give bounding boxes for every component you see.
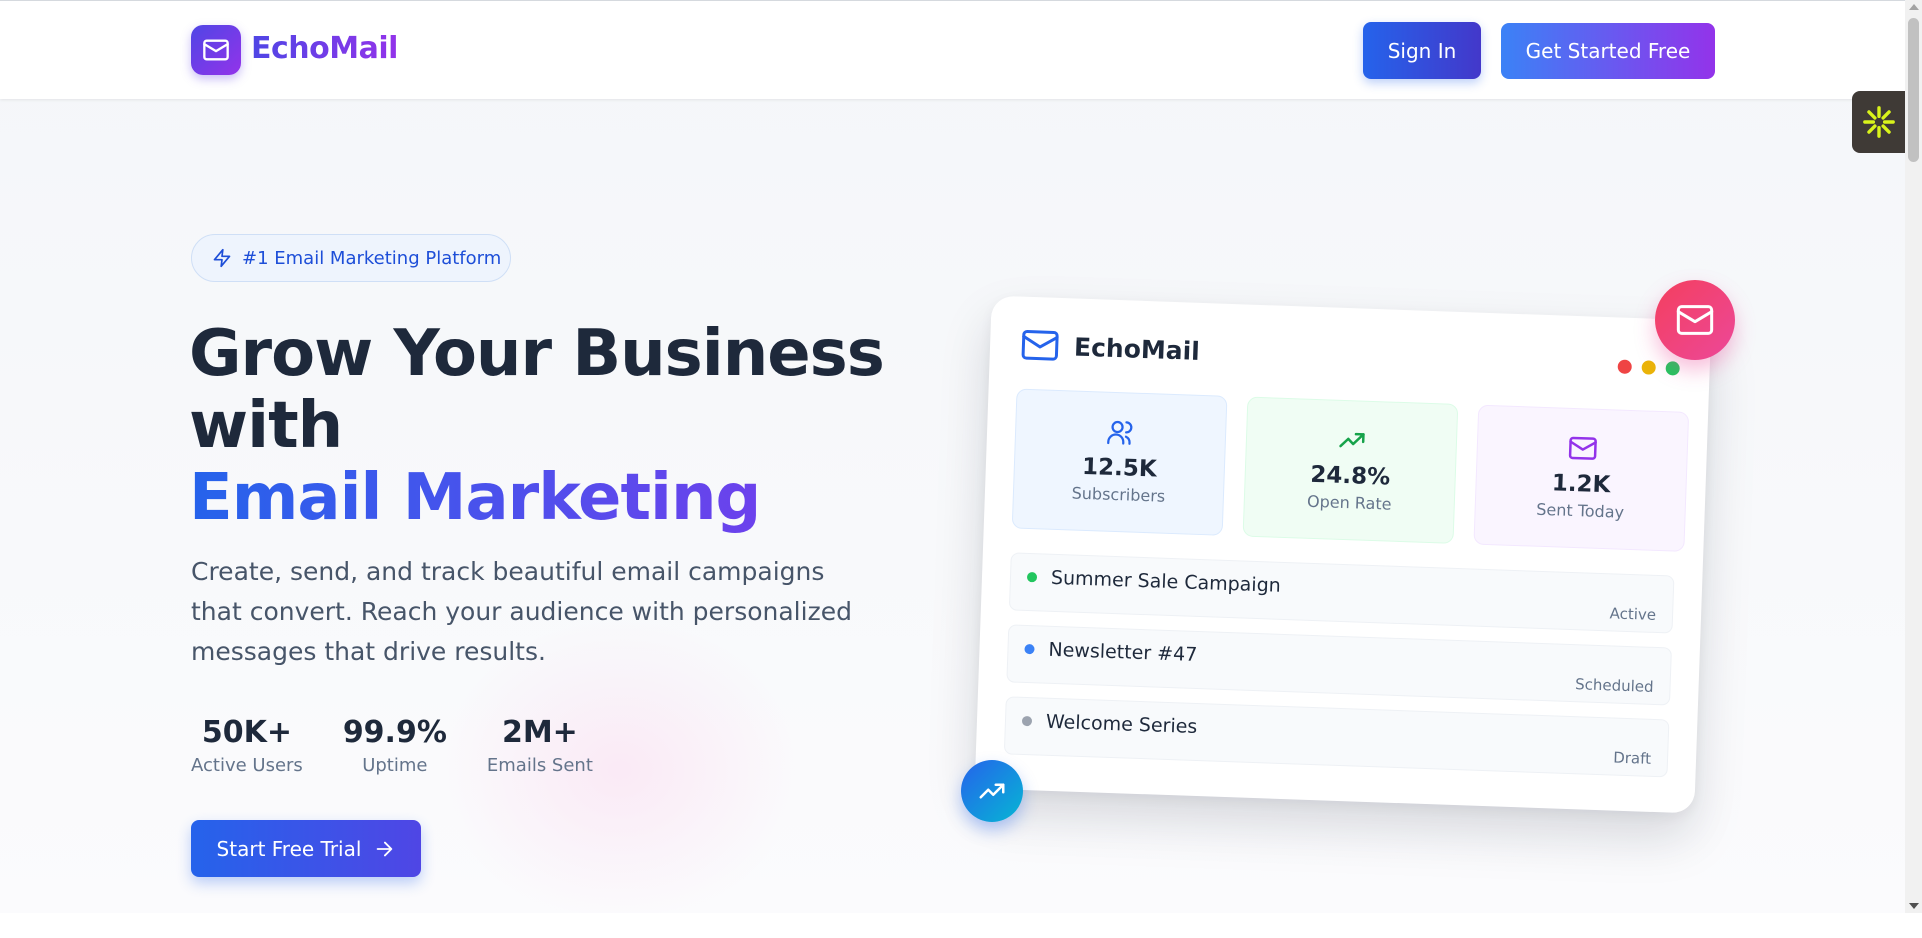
- mail-icon: [1021, 330, 1059, 361]
- scroll-thumb[interactable]: [1908, 18, 1919, 162]
- metric-subscribers: 12.5K Subscribers: [1011, 388, 1228, 536]
- hero-description: Create, send, and track beautiful email …: [191, 557, 852, 666]
- campaign-name: Newsletter #47: [1048, 638, 1198, 666]
- metric-label: Open Rate: [1306, 491, 1392, 514]
- start-free-trial-label: Start Free Trial: [216, 836, 362, 861]
- stat-value: 2M+: [501, 715, 578, 750]
- metric-label: Sent Today: [1535, 499, 1625, 522]
- floating-trend-badge: [961, 760, 1023, 822]
- trending-up-icon: [979, 783, 1005, 799]
- campaign-name: Summer Sale Campaign: [1050, 566, 1282, 597]
- stat-value: 99.9%: [342, 715, 447, 750]
- campaign-list: Summer Sale Campaign Active Newsletter #…: [1003, 552, 1675, 778]
- page: EchoMail Sign In Get Started Free #1 Ema…: [0, 0, 1905, 913]
- start-free-trial-button[interactable]: Start Free Trial: [191, 820, 421, 877]
- headline-accent: Email Marketing: [189, 462, 884, 534]
- vertical-scrollbar[interactable]: [1905, 0, 1922, 913]
- stat-value: 50K+: [201, 715, 292, 750]
- window-dot-red: [1617, 359, 1632, 374]
- brand-name[interactable]: EchoMail: [251, 31, 398, 66]
- scroll-down-arrow-icon[interactable]: [1909, 903, 1919, 909]
- users-icon: [1106, 420, 1132, 445]
- status-dot: [1021, 715, 1033, 727]
- campaign-status: Draft: [1612, 748, 1652, 768]
- hero-headline: Grow Your Business with Email Marketing: [189, 317, 885, 534]
- window-dot-yellow: [1641, 360, 1656, 375]
- metric-value: 12.5K: [1081, 453, 1158, 483]
- get-started-button[interactable]: Get Started Free: [1501, 23, 1715, 79]
- stat-emails-sent: 2M+ Emails Sent: [487, 715, 593, 776]
- metric-value: 1.2K: [1551, 470, 1611, 499]
- sparkle-icon: [1862, 106, 1895, 138]
- logo-mail-icon[interactable]: [191, 25, 241, 75]
- card-header: EchoMail: [1019, 325, 1200, 371]
- campaign-item[interactable]: Summer Sale Campaign Active: [1008, 552, 1675, 634]
- bottom-strip: [0, 913, 1922, 938]
- campaign-status: Active: [1609, 604, 1657, 624]
- metric-sent-today: 1.2K Sent Today: [1473, 404, 1690, 552]
- metric-label: Subscribers: [1071, 483, 1166, 506]
- site-header: EchoMail Sign In Get Started Free: [0, 0, 1905, 99]
- badge-text: #1 Email Marketing Platform: [242, 247, 502, 269]
- stats-row: 50K+ Active Users 99.9% Uptime 2M+ Email…: [191, 715, 593, 776]
- lightning-icon: [213, 248, 231, 268]
- campaign-item[interactable]: Newsletter #47 Scheduled: [1006, 624, 1672, 706]
- arrow-right-icon: [377, 841, 393, 856]
- stat-label: Active Users: [191, 755, 303, 776]
- window-dots: [1617, 359, 1680, 376]
- stat-label: Emails Sent: [486, 755, 593, 776]
- stat-active-users: 50K+ Active Users: [191, 715, 303, 776]
- metric-value: 24.8%: [1309, 461, 1391, 491]
- trending-up-icon: [1338, 432, 1365, 448]
- dashboard-preview-card: EchoMail 12.5K Subscribers 24.8% Open Ra…: [974, 295, 1712, 814]
- campaign-item[interactable]: Welcome Series Draft: [1003, 696, 1670, 778]
- headline-line-1: Grow Your Business: [189, 317, 885, 391]
- extension-widget[interactable]: [1852, 91, 1905, 153]
- floating-mail-badge: [1655, 280, 1735, 360]
- card-title: EchoMail: [1073, 331, 1201, 366]
- mail-icon: [1568, 436, 1597, 460]
- metric-open-rate: 24.8% Open Rate: [1242, 396, 1459, 544]
- sign-in-button[interactable]: Sign In: [1363, 22, 1481, 79]
- stat-uptime: 99.9% Uptime: [343, 715, 447, 776]
- mail-icon: [1676, 305, 1714, 335]
- scroll-up-arrow-icon[interactable]: [1909, 4, 1919, 10]
- metrics-row: 12.5K Subscribers 24.8% Open Rate 1.2K S…: [1011, 388, 1690, 552]
- status-dot: [1026, 571, 1038, 583]
- platform-badge: #1 Email Marketing Platform: [191, 234, 511, 282]
- campaign-status: Scheduled: [1574, 675, 1654, 696]
- headline-line-2: with: [189, 389, 343, 463]
- window-dot-green: [1665, 361, 1680, 376]
- stat-label: Uptime: [362, 755, 428, 776]
- campaign-name: Welcome Series: [1045, 710, 1198, 739]
- status-dot: [1024, 643, 1035, 655]
